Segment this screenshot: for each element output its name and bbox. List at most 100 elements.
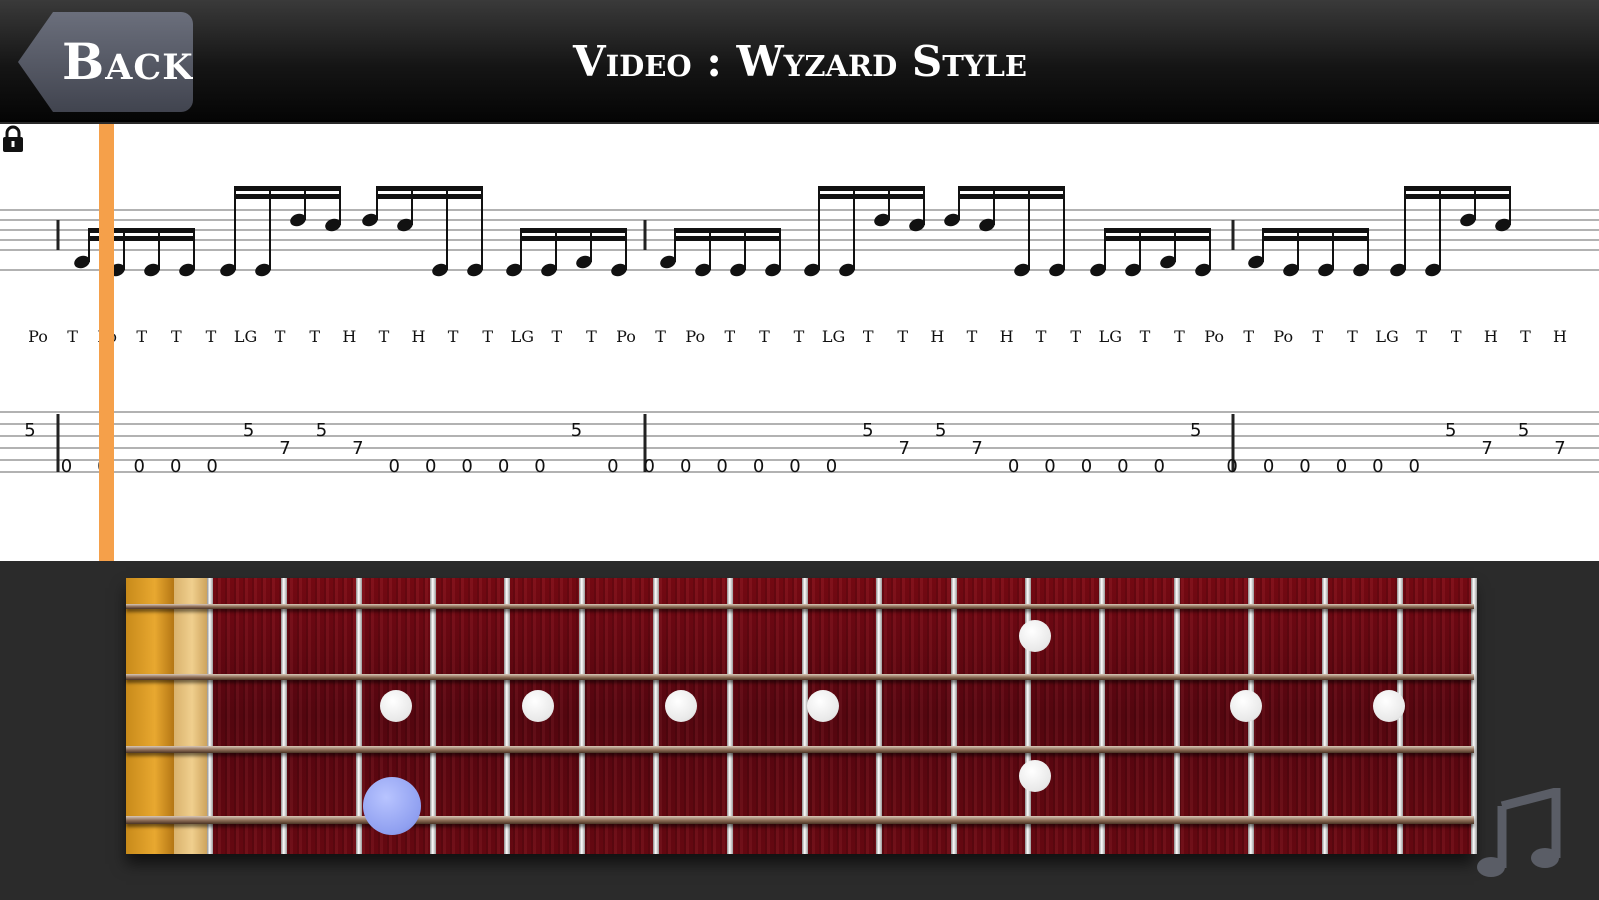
tab-number: 0 <box>1044 456 1055 477</box>
tab-number: 0 <box>753 456 764 477</box>
note-beam <box>958 186 1065 191</box>
fret-wire <box>653 578 660 854</box>
tab-number: 0 <box>1154 456 1165 477</box>
technique-label: LG <box>1375 327 1398 346</box>
technique-label: T <box>1140 327 1151 346</box>
technique-label: T <box>171 327 182 346</box>
fretboard-panel <box>0 561 1599 900</box>
technique-label: H <box>412 327 426 346</box>
tab-number: 7 <box>1554 438 1565 459</box>
technique-label: Po <box>616 327 636 346</box>
technique-label: Po <box>28 327 48 346</box>
inlay-dot <box>380 690 412 722</box>
technique-label: Po <box>685 327 705 346</box>
note-beam <box>1262 236 1369 241</box>
fret-wire <box>950 578 957 854</box>
technique-label: LG <box>1099 327 1122 346</box>
inlay-dot <box>522 690 554 722</box>
inlay-dot <box>807 690 839 722</box>
note-beam <box>520 236 627 241</box>
technique-label: T <box>1416 327 1427 346</box>
fret-wire <box>281 578 288 854</box>
technique-label: T <box>206 327 217 346</box>
tab-number: 0 <box>61 456 72 477</box>
music-note-icon[interactable] <box>1472 788 1564 880</box>
tab-number: 0 <box>1372 456 1383 477</box>
technique-label: T <box>1070 327 1081 346</box>
technique-label: T <box>794 327 805 346</box>
inlay-dot <box>1019 620 1051 652</box>
tab-number: 0 <box>461 456 472 477</box>
page-title: Video : Wyzard Style <box>573 37 1027 86</box>
technique-label: T <box>1451 327 1462 346</box>
tab-number: 0 <box>826 456 837 477</box>
note-beam <box>674 236 781 241</box>
technique-label: T <box>897 327 908 346</box>
tab-number: 7 <box>279 438 290 459</box>
fret-wire <box>578 578 585 854</box>
current-note-marker[interactable] <box>363 777 421 835</box>
tab-number: 0 <box>498 456 509 477</box>
fret-wire <box>1173 578 1180 854</box>
technique-label: T <box>1347 327 1358 346</box>
fret-wire <box>504 578 511 854</box>
note-beam <box>234 194 341 199</box>
tab-number: 0 <box>1226 456 1237 477</box>
back-button[interactable]: Back <box>18 12 193 112</box>
tab-number: 5 <box>1190 420 1201 441</box>
fretboard[interactable] <box>126 578 1477 854</box>
technique-label: T <box>1036 327 1047 346</box>
tab-number: 0 <box>1336 456 1347 477</box>
technique-label: T <box>552 327 563 346</box>
note-beam <box>520 228 627 233</box>
technique-label: H <box>1484 327 1498 346</box>
technique-label: T <box>67 327 78 346</box>
technique-label: T <box>586 327 597 346</box>
fret-wire <box>727 578 734 854</box>
tab-number: 0 <box>389 456 400 477</box>
technique-label: T <box>863 327 874 346</box>
string[interactable] <box>126 816 1474 824</box>
lock-icon[interactable] <box>0 124 26 154</box>
fret-wire <box>355 578 362 854</box>
technique-label: LG <box>234 327 257 346</box>
note-beam <box>818 194 925 199</box>
tab-number: 7 <box>1481 438 1492 459</box>
fret-wire <box>801 578 808 854</box>
playhead-cursor[interactable] <box>99 124 114 561</box>
tab-number: 5 <box>862 420 873 441</box>
notation-staff: Po T Po T T T LG T T H T H T T LG T T Po T Po T T T LG T T H T H T T LG… <box>0 186 1599 477</box>
string[interactable] <box>126 746 1474 753</box>
technique-label: T <box>1243 327 1254 346</box>
tab-number: 5 <box>571 420 582 441</box>
note-beam <box>1404 194 1511 199</box>
string[interactable] <box>126 604 1474 609</box>
tab-number: 0 <box>607 456 618 477</box>
fret-wire <box>207 578 213 854</box>
note-beam <box>1104 228 1211 233</box>
headstock <box>126 578 174 854</box>
technique-label: H <box>930 327 944 346</box>
tab-number: 7 <box>899 438 910 459</box>
tab-number: 7 <box>971 438 982 459</box>
string[interactable] <box>126 674 1474 680</box>
technique-label: T <box>759 327 770 346</box>
technique-label: T <box>379 327 390 346</box>
technique-label: T <box>309 327 320 346</box>
technique-label: T <box>275 327 286 346</box>
fret-wire <box>430 578 437 854</box>
note-beam <box>818 186 925 191</box>
note-beam <box>958 194 1065 199</box>
tab-number: 0 <box>534 456 545 477</box>
tab-number: 7 <box>352 438 363 459</box>
inlay-dot <box>1019 760 1051 792</box>
note-beam <box>234 186 341 191</box>
tab-number: 0 <box>1263 456 1274 477</box>
tab-number: 5 <box>24 420 35 441</box>
score-view[interactable]: Po T Po T T T LG T T H T H T T LG T T Po T Po T T T LG T T H T H T T LG… <box>0 124 1599 561</box>
inlay-dot <box>1230 690 1262 722</box>
technique-label: T <box>136 327 147 346</box>
technique-label: T <box>967 327 978 346</box>
tab-number: 0 <box>425 456 436 477</box>
inlay-dot <box>1373 690 1405 722</box>
